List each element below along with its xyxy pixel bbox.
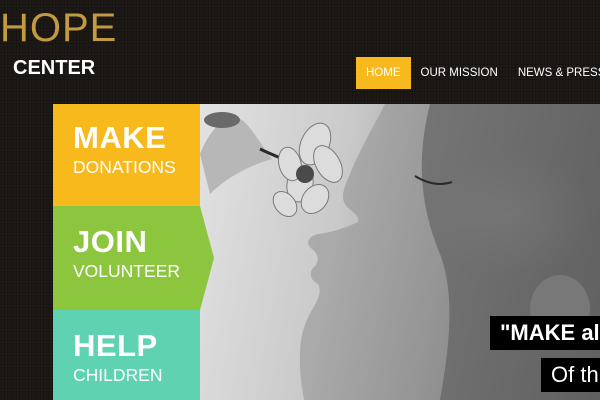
logo-hope[interactable]: HOPE bbox=[0, 8, 117, 48]
hero-quote-line2: Of th bbox=[541, 358, 600, 392]
hero-quote-line1: "MAKE al bbox=[490, 316, 600, 350]
help-children-subtitle: CHILDREN bbox=[73, 365, 163, 385]
nav-item-home[interactable]: HOME bbox=[356, 57, 411, 89]
join-volunteer-subtitle: VOLUNTEER bbox=[73, 261, 180, 281]
join-volunteer-title: JOIN bbox=[73, 224, 148, 259]
make-donations-title: MAKE bbox=[73, 120, 167, 155]
make-donations-subtitle: DONATIONS bbox=[73, 157, 176, 177]
active-tile-arrow-icon bbox=[200, 206, 214, 310]
help-children-tile[interactable]: HELP CHILDREN bbox=[53, 310, 200, 400]
nav-item-our-mission[interactable]: OUR MISSION bbox=[411, 57, 508, 89]
logo-center[interactable]: CENTER bbox=[13, 58, 95, 78]
main-nav: HOME OUR MISSION NEWS & PRESS bbox=[356, 57, 600, 89]
make-donations-tile[interactable]: MAKE DONATIONS bbox=[53, 104, 200, 206]
join-volunteer-tile[interactable]: JOIN VOLUNTEER bbox=[53, 206, 200, 310]
girl-smelling-flower-illustration bbox=[200, 104, 600, 400]
nav-item-news-press[interactable]: NEWS & PRESS bbox=[508, 57, 600, 89]
hero-image bbox=[200, 104, 600, 400]
help-children-title: HELP bbox=[73, 328, 158, 363]
